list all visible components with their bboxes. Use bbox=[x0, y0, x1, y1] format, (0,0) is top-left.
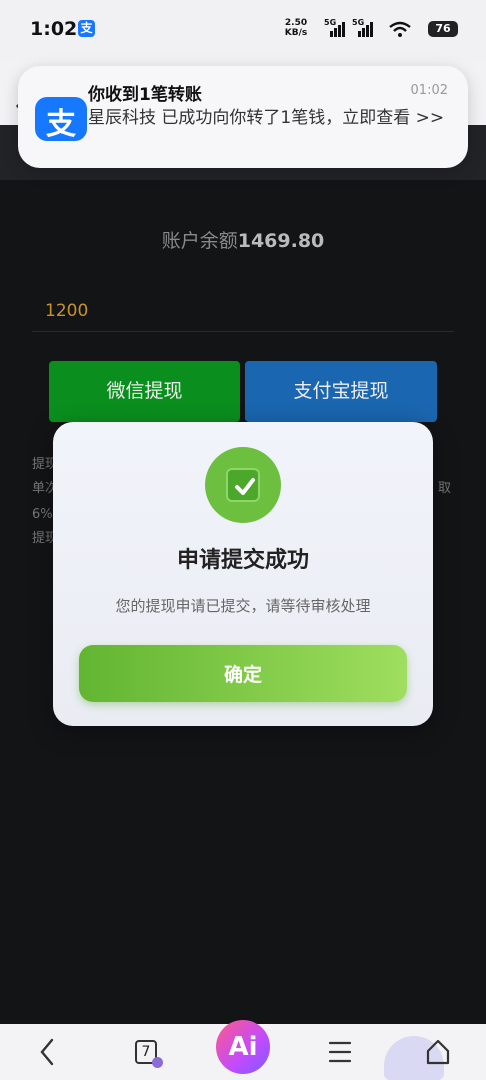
tabs-badge-icon bbox=[152, 1057, 163, 1068]
signal-label-1: 5G bbox=[324, 18, 337, 27]
dialog-message: 您的提现申请已提交，请等待审核处理 bbox=[115, 597, 371, 615]
rule-line-3: 6% bbox=[32, 507, 53, 522]
alipay-glyph: 支 bbox=[46, 107, 76, 142]
notification-banner[interactable]: 支 AI 你收到1笔转账 01:02 星辰科技 已成功向你转了1笔钱，立即查看 … bbox=[18, 66, 468, 168]
network-speed-value: 2.50 bbox=[284, 18, 308, 28]
dialog-title: 申请提交成功 bbox=[176, 548, 309, 573]
signal-icon-1: 5G bbox=[324, 18, 346, 37]
rule-line-tail: 取 bbox=[438, 481, 452, 496]
notification-time: 01:02 bbox=[410, 83, 448, 98]
menu-icon bbox=[328, 1041, 352, 1063]
notification-body: 星辰科技 已成功向你转了1笔钱，立即查看 >> bbox=[88, 108, 445, 128]
confirm-button[interactable]: 确定 bbox=[79, 645, 407, 702]
wifi-icon bbox=[388, 21, 412, 37]
browser-back-button[interactable] bbox=[30, 1024, 66, 1080]
ai-assistant-button[interactable]: Ai bbox=[216, 1020, 270, 1074]
alipay-icon-sub: AI bbox=[57, 128, 65, 136]
alipay-status-icon: 支 bbox=[78, 20, 95, 37]
alipay-withdraw-button[interactable]: 支付宝提现 bbox=[245, 361, 437, 422]
home-icon bbox=[426, 1039, 450, 1065]
balance-label: 账户余额 bbox=[161, 230, 238, 252]
signal-label-2: 5G bbox=[352, 18, 365, 27]
status-indicators: 2.50 KB/s 5G 5G 76 bbox=[268, 18, 458, 40]
tabs-button[interactable]: 7 bbox=[130, 1024, 166, 1080]
wechat-withdraw-button[interactable]: 微信提现 bbox=[49, 361, 240, 422]
withdraw-amount-input[interactable] bbox=[32, 290, 454, 332]
status-bar: 1:02 支 2.50 KB/s 5G 5G 76 bbox=[0, 0, 486, 60]
status-time: 1:02 bbox=[30, 18, 78, 40]
check-mark-button-icon bbox=[226, 468, 260, 502]
signal-icon-2: 5G bbox=[352, 18, 374, 37]
chevron-left-icon bbox=[40, 1038, 54, 1066]
balance-display: 账户余额1469.80 bbox=[0, 226, 486, 253]
network-speed-unit: KB/s bbox=[284, 28, 308, 38]
balance-value: 1469.80 bbox=[237, 230, 325, 252]
menu-button[interactable] bbox=[322, 1024, 358, 1080]
success-icon-circle bbox=[205, 447, 281, 523]
notification-title: 你收到1笔转账 bbox=[88, 85, 202, 105]
alipay-app-icon: 支 AI bbox=[35, 97, 87, 142]
home-button[interactable] bbox=[418, 1024, 458, 1080]
success-dialog: 申请提交成功 您的提现申请已提交，请等待审核处理 确定 bbox=[53, 422, 433, 726]
network-speed: 2.50 KB/s bbox=[282, 18, 310, 38]
battery-indicator: 76 bbox=[428, 21, 458, 37]
bottom-nav-bar: 7 Ai bbox=[0, 1020, 486, 1080]
